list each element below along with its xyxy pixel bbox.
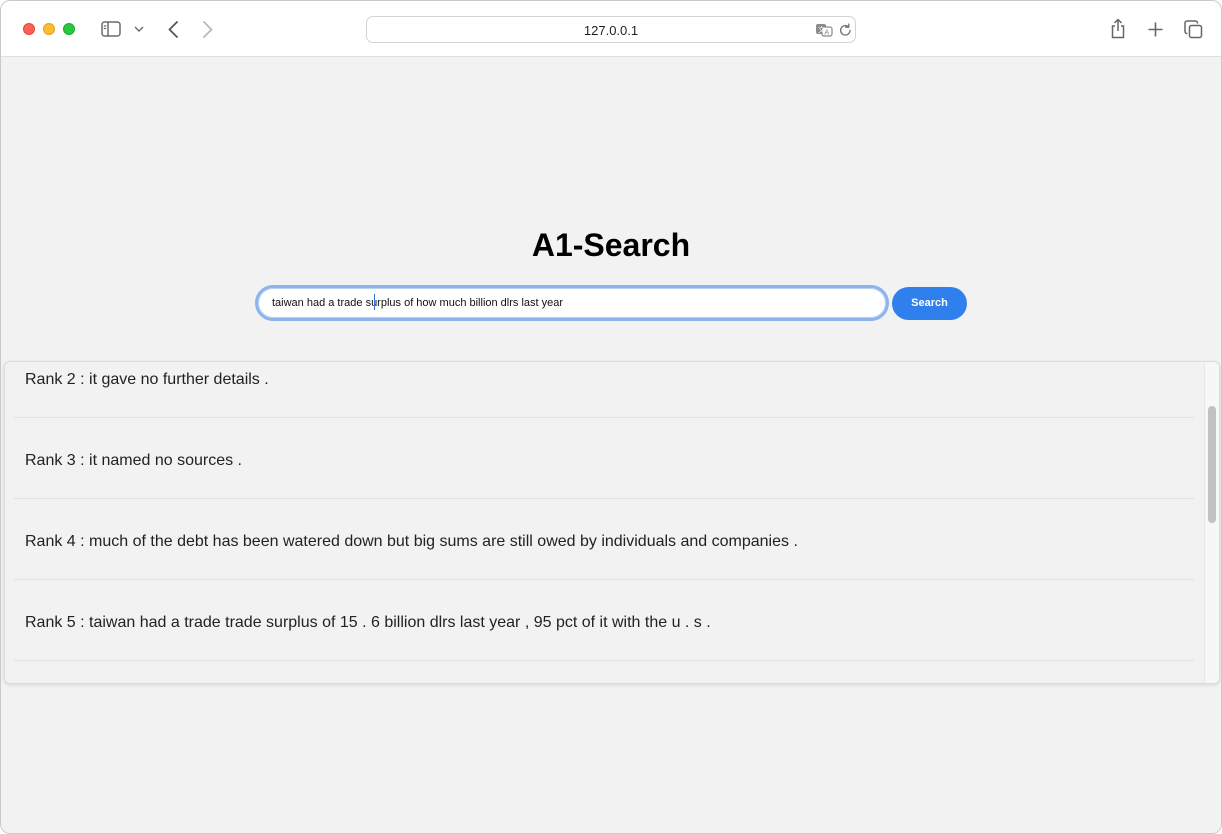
search-input-value: taiwan had a trade surplus of how much b… — [272, 297, 564, 309]
result-text: Rank 5 : taiwan had a trade trade surplu… — [25, 614, 711, 631]
search-input[interactable]: taiwan had a trade surplus of how much b… — [255, 285, 889, 321]
result-text: Rank 4 : much of the debt has been water… — [25, 533, 798, 550]
scrollbar-thumb[interactable] — [1208, 406, 1216, 523]
results-scrollbar[interactable] — [1204, 362, 1219, 683]
text-caret — [374, 294, 375, 310]
back-arrow-icon[interactable] — [164, 19, 182, 39]
share-icon[interactable] — [1109, 17, 1127, 39]
result-item: Rank 3 : it named no sources . — [14, 418, 1194, 499]
sidebar-icon[interactable] — [100, 20, 122, 38]
result-item: Rank 5 : taiwan had a trade trade surplu… — [14, 580, 1194, 661]
search-button[interactable]: Search — [892, 287, 967, 320]
page-title: A1-Search — [531, 227, 691, 263]
reload-icon[interactable] — [837, 22, 853, 38]
address-bar-url: 127.0.0.1 — [583, 23, 639, 38]
result-item: Rank 4 : much of the debt has been water… — [14, 499, 1194, 580]
minimize-window-button[interactable] — [43, 23, 55, 35]
tabs-overview-icon[interactable] — [1183, 19, 1203, 39]
close-window-button[interactable] — [23, 23, 35, 35]
svg-text:A: A — [825, 30, 830, 37]
result-item: Rank 2 : it gave no further details . — [14, 362, 1194, 418]
page-content: A1-Search taiwan had a trade surplus of … — [1, 57, 1221, 833]
zoom-window-button[interactable] — [63, 23, 75, 35]
browser-toolbar: 127.0.0.1 文A — [1, 1, 1221, 57]
chevron-down-icon[interactable] — [133, 23, 145, 35]
plus-icon[interactable] — [1146, 20, 1164, 38]
result-text: Rank 3 : it named no sources . — [25, 452, 242, 469]
browser-window: 127.0.0.1 文A A1-Search taiwan had a trad… — [0, 0, 1222, 834]
results-list[interactable]: Rank 2 : it gave no further details . Ra… — [4, 361, 1220, 684]
result-text: Rank 2 : it gave no further details . — [25, 371, 269, 388]
translate-icon[interactable]: 文A — [815, 22, 833, 38]
address-bar[interactable]: 127.0.0.1 文A — [366, 16, 856, 43]
forward-arrow-icon[interactable] — [199, 19, 217, 39]
